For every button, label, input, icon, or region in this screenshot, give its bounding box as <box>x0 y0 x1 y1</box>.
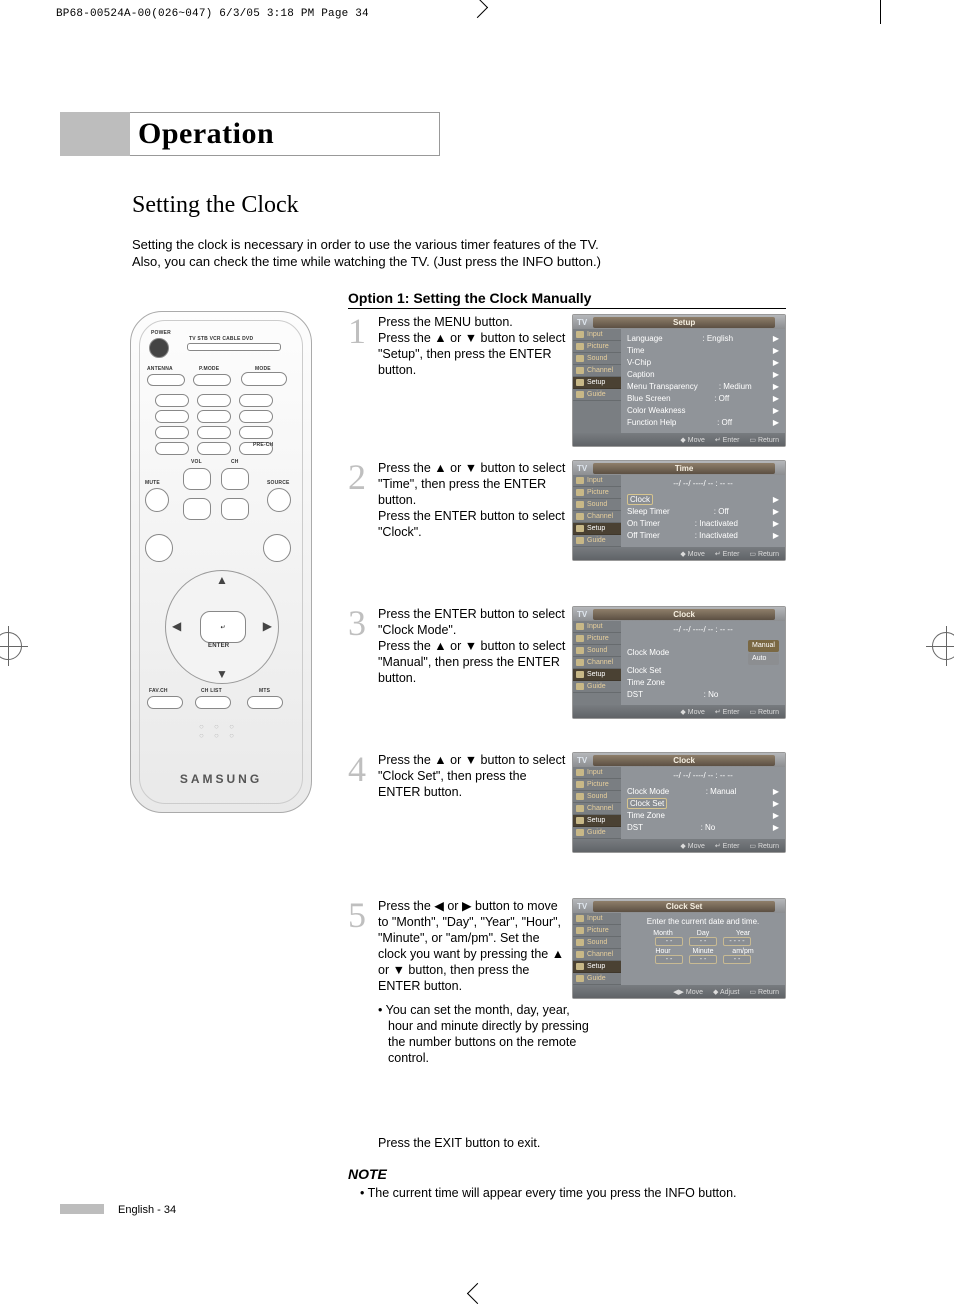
osd-side-item: Picture <box>573 925 621 937</box>
section-title: Operation <box>130 112 440 156</box>
osd-side-item: Guide <box>573 973 621 985</box>
osd-side-item: Setup <box>573 523 621 535</box>
print-header: BP68-00524A-00(026~047) 6/3/05 3:18 PM P… <box>56 8 369 20</box>
osd-side-item: Input <box>573 329 621 341</box>
registration-mark-right <box>932 632 954 660</box>
step-number: 4 <box>348 748 366 790</box>
remote-brand: SAMSUNG <box>131 772 311 786</box>
step-text: Press the ▲ or ▼ button to select "Time"… <box>378 460 566 540</box>
section-title-band: Operation <box>60 112 440 156</box>
osd-side-item: Sound <box>573 645 621 657</box>
osd-side-item: Channel <box>573 949 621 961</box>
step-bullet: • You can set the month, day, year, hour… <box>378 1002 598 1066</box>
osd-side-item: Guide <box>573 681 621 693</box>
osd-side-item: Input <box>573 475 621 487</box>
step-text: Press the ▲ or ▼ button to select "Clock… <box>378 752 566 800</box>
osd-side-item: Sound <box>573 499 621 511</box>
step: 3 Press the ENTER button to select "Cloc… <box>348 606 786 686</box>
step-text: Press the MENU button.Press the ▲ or ▼ b… <box>378 314 566 378</box>
osd-side-item: Setup <box>573 815 621 827</box>
osd-panel: TVTime InputPictureSoundChannelSetupGuid… <box>572 460 786 561</box>
registration-mark-left <box>0 632 22 660</box>
step-text: Press the ENTER button to select "Clock … <box>378 606 566 686</box>
osd-panel: TVSetup InputPictureSoundChannelSetupGui… <box>572 314 786 447</box>
osd-side-item: Picture <box>573 779 621 791</box>
page-heading: Setting the Clock <box>132 192 299 219</box>
osd-side-item: Input <box>573 913 621 925</box>
crop-mark-top <box>467 0 488 18</box>
osd-side-item: Input <box>573 767 621 779</box>
osd-side-item: Guide <box>573 389 621 401</box>
osd-side-item: Setup <box>573 669 621 681</box>
osd-side-item: Channel <box>573 803 621 815</box>
osd-side-item: Picture <box>573 341 621 353</box>
step-number: 3 <box>348 602 366 644</box>
osd-side-item: Guide <box>573 535 621 547</box>
intro-text: Setting the clock is necessary in order … <box>132 236 752 270</box>
step-number: 1 <box>348 310 366 352</box>
option-heading: Option 1: Setting the Clock Manually <box>348 290 591 306</box>
osd-side-item: Picture <box>573 487 621 499</box>
remote-illustration: POWER TV STB VCR CABLE DVD ANTENNA P.MOD… <box>130 311 312 813</box>
crop-rule-top-right <box>880 0 881 24</box>
osd-panel: TVClock Set InputPictureSoundChannelSetu… <box>572 898 786 999</box>
step-text: Press the ◀ or ▶ button to move to "Mont… <box>378 898 566 994</box>
osd-side-item: Setup <box>573 961 621 973</box>
note-body: • The current time will appear every tim… <box>348 1186 822 1200</box>
footer-bar <box>60 1204 104 1214</box>
osd-side-item: Sound <box>573 353 621 365</box>
step: 1 Press the MENU button.Press the ▲ or ▼… <box>348 314 786 378</box>
osd-side-item: Sound <box>573 791 621 803</box>
osd-side-item: Sound <box>573 937 621 949</box>
osd-side-item: Channel <box>573 365 621 377</box>
option-rule <box>348 308 786 309</box>
osd-panel: TVClock InputPictureSoundChannelSetupGui… <box>572 606 786 719</box>
osd-side-item: Channel <box>573 511 621 523</box>
step: 2 Press the ▲ or ▼ button to select "Tim… <box>348 460 786 540</box>
step-number: 2 <box>348 456 366 498</box>
step: 4 Press the ▲ or ▼ button to select "Clo… <box>348 752 786 800</box>
note-heading: NOTE <box>348 1166 387 1182</box>
osd-side-item: Input <box>573 621 621 633</box>
osd-side-item: Picture <box>573 633 621 645</box>
exit-instruction: Press the EXIT button to exit. <box>378 1136 540 1150</box>
osd-panel: TVClock InputPictureSoundChannelSetupGui… <box>572 752 786 853</box>
step-number: 5 <box>348 894 366 936</box>
page-footer: English - 34 <box>118 1204 176 1216</box>
osd-side-item: Setup <box>573 377 621 389</box>
step: 5 Press the ◀ or ▶ button to move to "Mo… <box>348 898 786 1066</box>
osd-side-item: Channel <box>573 657 621 669</box>
osd-side-item: Guide <box>573 827 621 839</box>
